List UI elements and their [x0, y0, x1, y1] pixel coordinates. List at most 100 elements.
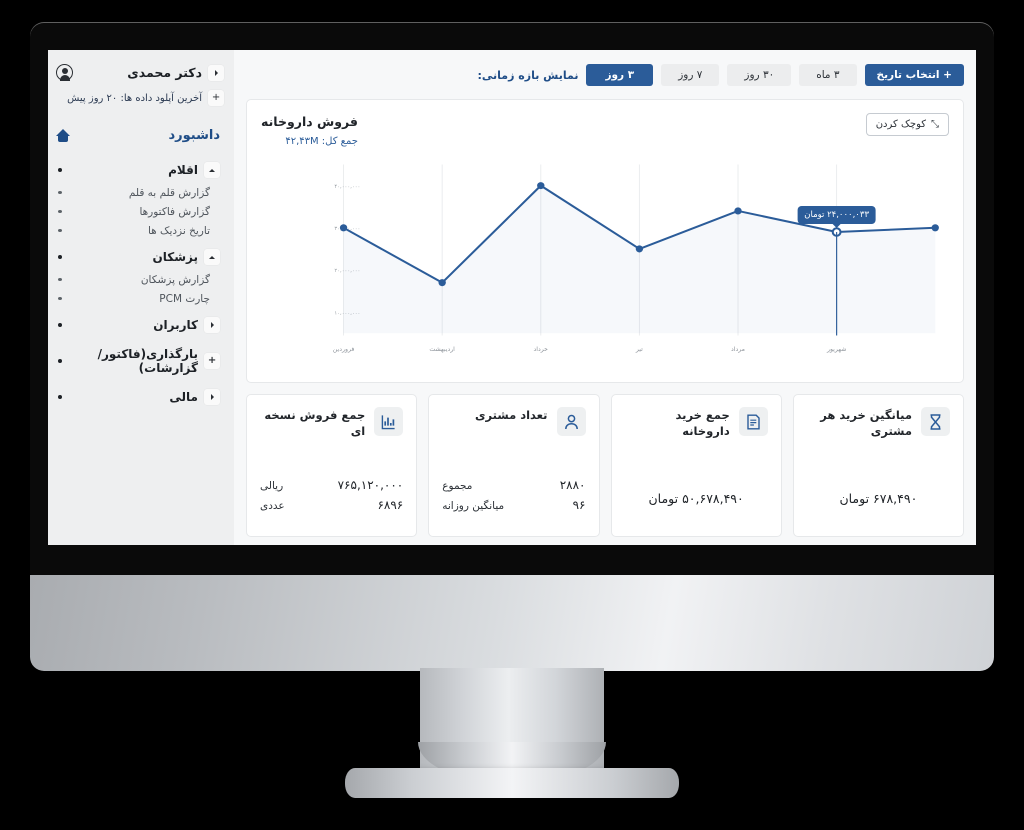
sidebar-item-3[interactable]: + بارگذاری(فاکتور/گزارشات) [56, 342, 224, 380]
sidebar-nav: اقلام گزارش قلم به قلم گزارش فاکتورها تاریخ… [56, 157, 224, 410]
sidebar-item-dashboard[interactable]: داشبورد [56, 128, 220, 143]
chevron-up-icon[interactable] [204, 162, 220, 178]
x-tick-label: اردیبهشت [429, 346, 455, 353]
data-point[interactable] [734, 207, 742, 215]
range-button-7day[interactable]: ۷ روز [661, 64, 720, 86]
x-tick-label: فروردین [333, 346, 355, 353]
stat-card-avg-purchase-per-customer: میانگین خرید هر مشتری ۶۷۸,۴۹۰ تومان [792, 394, 964, 537]
bullet-icon [58, 359, 62, 363]
sidebar-subitem-label: چارت PCM [159, 292, 210, 305]
x-tick-label: شهریور [826, 346, 846, 353]
date-picker-button[interactable]: + انتخاب تاریخ [864, 64, 964, 86]
stat-value: ۹۶ [572, 498, 586, 512]
data-point[interactable] [438, 278, 446, 286]
stat-line: ۶۸۹۶ عددی [260, 498, 403, 512]
stat-key: عددی [260, 500, 285, 512]
stat-key: ریالی [260, 480, 284, 492]
shrink-chart-button[interactable]: ⤡ کوچک کردن [865, 113, 949, 136]
chevron-left-icon[interactable] [204, 389, 220, 405]
shrink-chart-label: کوچک کردن [875, 119, 926, 130]
chevron-left-icon[interactable] [204, 317, 220, 333]
chart-tooltip: ۲۴,۰۰۰,۰۳۳ تومان [797, 205, 877, 228]
stat-card-header: میانگین خرید هر مشتری [807, 407, 950, 451]
sidebar-subitem-label: تاریخ نزدیک ها [147, 224, 210, 237]
stat-key: مجموع [442, 480, 473, 492]
plus-icon[interactable]: + [204, 353, 220, 369]
sidebar-upload-status-row: + آخرین آپلود داده ها: ۲۰ روز پیش [56, 90, 224, 106]
stat-line: ۹۶ میانگین روزانه [442, 498, 585, 512]
bullet-icon [58, 278, 62, 281]
collapse-arrows-icon: ⤡ [931, 118, 939, 130]
sidebar-group-2: کاربران [56, 312, 224, 338]
data-point[interactable] [339, 224, 348, 232]
upload-status-text: آخرین آپلود داده ها: ۲۰ روز پیش [67, 92, 202, 104]
sidebar-subitem-1-0[interactable]: گزارش پزشکان [56, 270, 224, 289]
x-tick-label: تیر [635, 346, 643, 353]
stat-card-body: ۵۰,۶۷۸,۴۹۰ تومان [625, 451, 768, 526]
stat-card-body: ۲۸۸۰ مجموع ۹۶ میانگین روزانه [442, 451, 585, 526]
chart-title: فروش داروخانه [261, 114, 358, 129]
bullet-icon [58, 168, 62, 172]
bullet-icon [58, 229, 62, 232]
range-button-3day[interactable]: ۳ روز [586, 64, 654, 86]
chart-total-subtitle: جمع کل: ۴۲,۴۳M [285, 135, 358, 147]
stat-value: ۷۶۵,۱۲۰,۰۰۰ [337, 478, 404, 492]
user-avatar-icon [56, 64, 73, 82]
stat-value-single: ۵۰,۶۷۸,۴۹۰ تومان [648, 491, 744, 506]
stat-card-prescription-sales-total: جمع فروش نسخه ای ۷۶۵,۱۲۰,۰۰۰ ریالی ۶۸۹۶ … [246, 394, 418, 537]
sidebar-subitem-1-1[interactable]: چارت PCM [56, 289, 224, 308]
sidebar-item-1[interactable]: پزشکان [56, 244, 224, 270]
sidebar-subitem-label: گزارش قلم به قلم [128, 186, 210, 199]
bullet-icon [58, 395, 62, 399]
sidebar: دکتر محمدی + آخرین آپلود داده ها: ۲۰ روز… [48, 50, 234, 545]
sidebar-item-label: کاربران [153, 318, 198, 332]
stat-card-customer-count: تعداد مشتری ۲۸۸۰ مجموع ۹۶ میانگین روزانه [428, 394, 600, 537]
screen: + انتخاب تاریخ ۳ ماه ۳۰ روز ۷ روز ۳ روز … [48, 50, 976, 545]
chevron-up-icon[interactable] [204, 249, 220, 265]
stat-card-header: جمع فروش نسخه ای [260, 407, 404, 451]
sidebar-item-label: بارگذاری(فاکتور/گزارشات) [97, 347, 198, 375]
bullet-icon [58, 210, 62, 213]
stat-card-title: جمع فروش نسخه ای [264, 408, 366, 439]
sidebar-subitem-0-2[interactable]: تاریخ نزدیک ها [56, 221, 224, 240]
monitor-chin [30, 575, 994, 671]
sidebar-subitem-label: گزارش فاکتورها [139, 205, 210, 218]
sidebar-subitem-0-0[interactable]: گزارش قلم به قلم [56, 183, 224, 202]
stat-cards-row: میانگین خرید هر مشتری ۶۷۸,۴۹۰ تومان جمع … [246, 394, 964, 537]
bar-chart-icon [374, 407, 404, 436]
stat-card-body: ۶۷۸,۴۹۰ تومان [807, 451, 950, 526]
range-button-3month[interactable]: ۳ ماه [799, 64, 857, 86]
data-point[interactable] [537, 181, 545, 189]
sidebar-subitem-0-1[interactable]: گزارش فاکتورها [56, 202, 224, 221]
user-collapse-toggle[interactable] [208, 64, 224, 81]
sidebar-group-3: + بارگذاری(فاکتور/گزارشات) [56, 342, 224, 380]
stat-line: ۲۸۸۰ مجموع [442, 478, 585, 492]
monitor-frame: + انتخاب تاریخ ۳ ماه ۳۰ روز ۷ روز ۳ روز … [30, 22, 994, 575]
upload-expand-toggle[interactable]: + [208, 90, 224, 106]
x-tick-label: خرداد [534, 346, 549, 353]
bullet-icon [58, 255, 62, 259]
sidebar-item-label: اقلام [168, 163, 198, 177]
stat-line: ۷۶۵,۱۲۰,۰۰۰ ریالی [260, 478, 403, 492]
sidebar-item-4[interactable]: مالی [56, 384, 224, 410]
stat-card-title: میانگین خرید هر مشتری [820, 408, 912, 439]
data-point[interactable] [635, 245, 644, 253]
stat-card-title: تعداد مشتری [474, 408, 548, 422]
data-point[interactable] [931, 224, 939, 232]
time-range-label: نمایش بازه زمانی: [477, 68, 579, 82]
chart-x-tick-labels: فروردین اردیبهشت خرداد تیر مرداد شهریور [333, 346, 846, 353]
stat-card-header: تعداد مشتری [442, 407, 586, 451]
bullet-icon [58, 297, 62, 300]
chart-card-header: ⤡ کوچک کردن فروش داروخانه جمع کل: ۴۲,۴۳M [261, 113, 949, 147]
stat-value: ۶۸۹۶ [377, 498, 404, 512]
sidebar-item-0[interactable]: اقلام [56, 157, 224, 183]
y-tick-label: ۴۰,۰۰۰,۰۰۰ [334, 184, 360, 190]
sidebar-item-2[interactable]: کاربران [56, 312, 224, 338]
pharmacy-sales-chart-card: ⤡ کوچک کردن فروش داروخانه جمع کل: ۴۲,۴۳M… [246, 99, 964, 383]
stat-key: میانگین روزانه [442, 500, 505, 512]
monitor-stand-base [345, 768, 679, 798]
chart-heading-block: فروش داروخانه جمع کل: ۴۲,۴۳M [261, 113, 358, 147]
bullet-icon [58, 191, 62, 194]
range-button-30day[interactable]: ۳۰ روز [727, 64, 792, 86]
x-tick-label: مرداد [731, 346, 745, 353]
